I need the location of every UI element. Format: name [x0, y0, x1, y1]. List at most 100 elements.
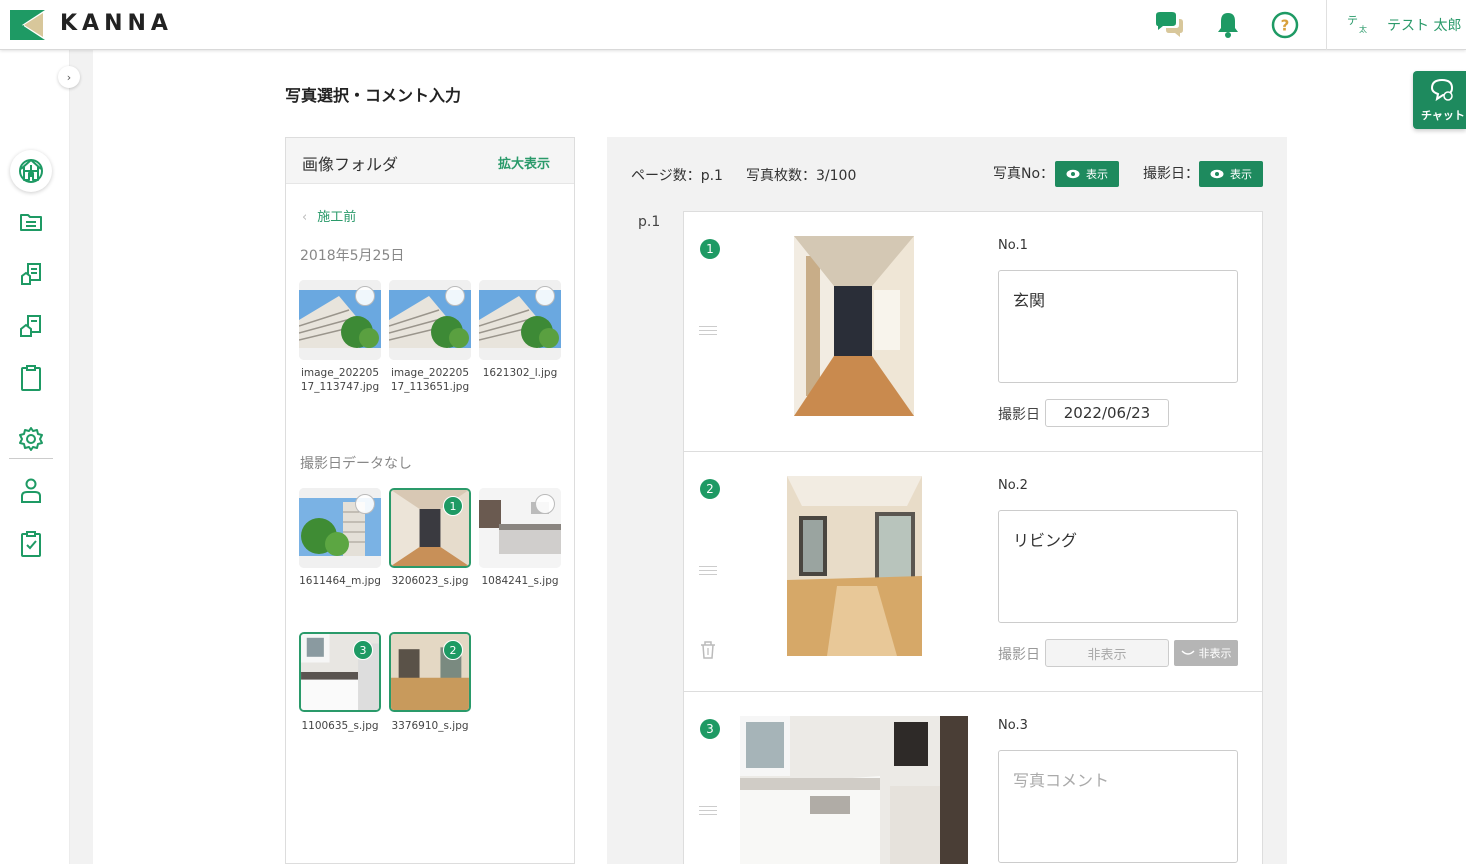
- sidebar-item-tasks[interactable]: [15, 528, 47, 560]
- thumbnail-caption: image_202205 17_113747.jpg: [300, 367, 380, 393]
- thumbnail-caption: 1084241_s.jpg: [481, 575, 559, 587]
- hide-label: 非表示: [1198, 647, 1232, 660]
- shot-date-input[interactable]: 2022/06/23: [1045, 399, 1169, 427]
- select-checkbox[interactable]: [445, 286, 465, 306]
- chat-tab-label: チャット: [1421, 109, 1465, 122]
- avatar-sub-initial: 太: [1359, 25, 1367, 34]
- clipboard-icon: [21, 365, 41, 391]
- gear-icon: [19, 427, 43, 451]
- avatar-initial: テ: [1347, 14, 1358, 27]
- page-count: ページ数：p.1: [631, 168, 723, 184]
- svg-text:?: ?: [1281, 17, 1290, 35]
- thumbnail-caption: 1611464_m.jpg: [299, 575, 381, 587]
- drag-handle-icon[interactable]: [699, 806, 717, 818]
- shot-date-field-label: 撮影日: [998, 647, 1040, 663]
- page-title: 写真選択・コメント入力: [285, 86, 462, 105]
- selection-order-badge: 1: [443, 496, 463, 516]
- building-list-icon: [21, 263, 41, 285]
- select-checkbox[interactable]: [355, 494, 375, 514]
- folder-back-link[interactable]: ‹ 施工前: [302, 206, 356, 225]
- user-icon: [21, 478, 41, 503]
- image-thumbnail-selected[interactable]: 3: [299, 632, 381, 712]
- photo-no: No.3: [998, 718, 1028, 733]
- chevron-right-icon: ›: [66, 70, 72, 84]
- drag-handle-icon[interactable]: [699, 326, 717, 338]
- page-label: p.1: [638, 214, 661, 230]
- photo-comment-input[interactable]: 玄関: [998, 270, 1238, 383]
- home-icon: [20, 159, 42, 181]
- sidebar-item-users[interactable]: [15, 475, 47, 507]
- message-icon[interactable]: [1154, 10, 1184, 40]
- chat-bubble-icon: [1430, 78, 1454, 102]
- image-folder-panel: 画像フォルダ 拡大表示 ‹ 施工前 2018年5月25日 image_20220…: [285, 137, 575, 864]
- sidebar-item-settings[interactable]: [15, 423, 47, 455]
- thumbnail-caption: 1100635_s.jpg: [301, 720, 379, 732]
- photo-card: 1 No.1 玄関 撮影日 2022/06/23: [684, 212, 1262, 452]
- app-header: KANNA ? テ 太 テスト 太郎: [0, 0, 1466, 50]
- house-document-icon: [20, 315, 41, 337]
- shot-date-hide-toggle[interactable]: 非表示: [1174, 640, 1238, 666]
- photo-no: No.1: [998, 238, 1028, 253]
- user-name[interactable]: テスト 太郎: [1387, 15, 1461, 35]
- bell-icon[interactable]: [1213, 10, 1243, 40]
- kanna-logo-icon[interactable]: [10, 10, 45, 40]
- folder-icon: [20, 214, 42, 231]
- clipboard-check-icon: [21, 531, 41, 557]
- expand-view-button[interactable]: 拡大表示: [498, 153, 550, 172]
- help-icon[interactable]: ?: [1270, 10, 1300, 40]
- photo-comment-input[interactable]: リビング: [998, 510, 1238, 623]
- show-label: 表示: [1086, 168, 1108, 181]
- photo-preview[interactable]: [787, 476, 922, 656]
- image-thumbnail[interactable]: [299, 280, 381, 360]
- image-thumbnail[interactable]: [389, 280, 471, 360]
- sidebar-item-clipboard[interactable]: [15, 362, 47, 394]
- thumbnail-caption: 1621302_l.jpg: [482, 367, 558, 379]
- nodate-section-label: 撮影日データなし: [300, 456, 412, 472]
- sidebar-expand-button[interactable]: ›: [58, 66, 80, 88]
- sidebar-item-projects[interactable]: [15, 258, 47, 290]
- shot-date-show-toggle[interactable]: 表示: [1199, 161, 1263, 187]
- thumbnail-caption: image_202205 17_113651.jpg: [390, 367, 470, 393]
- photo-no-show-toggle[interactable]: 表示: [1055, 161, 1119, 187]
- user-avatar[interactable]: テ 太: [1343, 12, 1371, 38]
- shot-date-input-disabled: 非表示: [1045, 639, 1169, 667]
- photo-no-label: 写真No：: [993, 166, 1055, 182]
- sidebar-item-folder[interactable]: [15, 206, 47, 238]
- select-checkbox[interactable]: [535, 286, 555, 306]
- chat-tab-button[interactable]: チャット: [1413, 71, 1466, 129]
- photo-card-list: 1 No.1 玄関 撮影日 2022/06/23 2 No.2 リビング 撮影日…: [683, 211, 1263, 864]
- sidebar-item-properties[interactable]: [15, 310, 47, 342]
- image-thumbnail[interactable]: [479, 488, 561, 568]
- image-thumbnail-selected[interactable]: 1: [389, 488, 471, 568]
- sidebar-item-home[interactable]: [15, 154, 47, 186]
- select-checkbox[interactable]: [535, 494, 555, 514]
- photo-preview[interactable]: [740, 716, 968, 864]
- sidebar: [0, 50, 70, 864]
- show-label: 表示: [1230, 168, 1252, 181]
- drag-handle-icon[interactable]: [699, 566, 717, 578]
- image-thumbnail[interactable]: [479, 280, 561, 360]
- eye-icon: [1210, 169, 1224, 179]
- photo-editor-panel: ページ数：p.1 写真枚数：3/100 写真No： 表示 撮影日： 表示 p.1…: [607, 137, 1287, 864]
- photo-comment-input[interactable]: 写真コメント: [998, 750, 1238, 863]
- sidebar-gutter: [70, 50, 93, 864]
- trash-icon[interactable]: [699, 640, 717, 664]
- folder-back-label: 施工前: [317, 210, 357, 225]
- selection-order-badge: 2: [443, 640, 463, 660]
- image-thumbnail-selected[interactable]: 2: [389, 632, 471, 712]
- date-section-label: 2018年5月25日: [300, 248, 405, 264]
- thumbnail-caption: 3376910_s.jpg: [391, 720, 469, 732]
- photo-order-badge: 2: [700, 479, 720, 499]
- photo-card: 3 No.3 写真コメント: [684, 692, 1262, 864]
- select-checkbox[interactable]: [355, 286, 375, 306]
- sidebar-separator: [9, 458, 53, 459]
- header-divider: [1326, 0, 1327, 50]
- thumbnail-caption: 3206023_s.jpg: [391, 575, 469, 587]
- logo-text[interactable]: KANNA: [60, 11, 173, 36]
- shot-date-field-label: 撮影日: [998, 407, 1040, 423]
- photo-order-badge: 1: [700, 239, 720, 259]
- image-thumbnail[interactable]: [299, 488, 381, 568]
- selection-order-badge: 3: [353, 640, 373, 660]
- photo-no: No.2: [998, 478, 1028, 493]
- photo-preview[interactable]: [794, 236, 914, 416]
